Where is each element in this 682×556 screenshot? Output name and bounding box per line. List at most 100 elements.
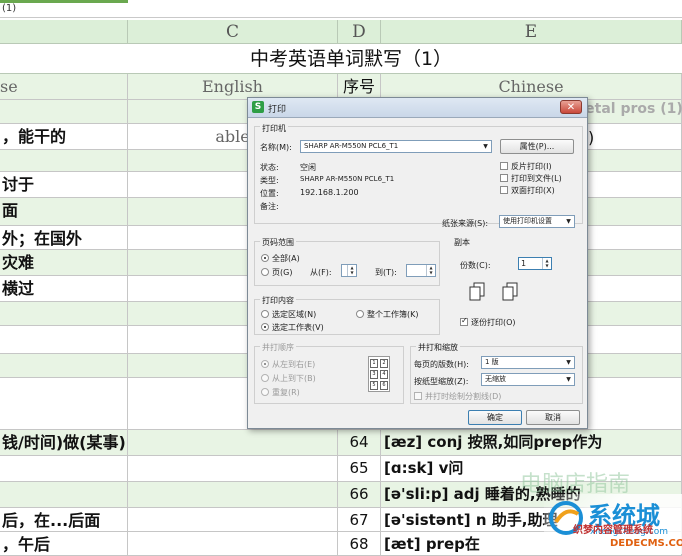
cell-num[interactable]: 68 <box>338 532 381 556</box>
formula-bar[interactable]: (1) <box>0 0 682 18</box>
cancel-button[interactable]: 取消 <box>526 410 580 425</box>
cell-chinese[interactable]: 灾难 <box>0 250 128 276</box>
order-cell: 6 <box>380 381 388 390</box>
duplex-label: 双面打印(X) <box>511 186 555 195</box>
cell-chinese[interactable]: 面 <box>0 198 128 226</box>
column-header-c[interactable]: C <box>128 20 338 44</box>
cell-entry[interactable]: [æz] conj 按照,如同prep作为 <box>381 430 682 456</box>
chevron-down-icon: ▼ <box>566 376 571 383</box>
print-order-section-label: 并打顺序 <box>260 342 296 353</box>
active-tab-indicator <box>0 0 128 3</box>
properties-button[interactable]: 属性(P)... <box>500 139 574 154</box>
print-to-file-checkbox[interactable] <box>500 174 508 182</box>
order-cell: 2 <box>380 359 388 368</box>
cell-chinese[interactable] <box>0 302 128 326</box>
copies-input[interactable]: 1 ▲ ▼ <box>518 257 552 270</box>
order-cell: 5 <box>370 381 378 390</box>
cell-english[interactable] <box>128 456 338 482</box>
dialog-titlebar[interactable]: S 打印 ✕ <box>248 98 587 118</box>
cell-chinese[interactable]: 钱/时间)做(某事) <box>0 430 128 456</box>
cell-chinese[interactable] <box>0 354 128 378</box>
collated-copies-icon <box>502 282 518 301</box>
printer-name-value: SHARP AR-M550N PCL6_T1 <box>304 142 399 150</box>
printer-name-label: 名称(M): <box>260 143 292 152</box>
cell-chinese[interactable]: 讨于 <box>0 172 128 198</box>
scale-to-paper-value: 无缩放 <box>485 375 506 383</box>
from-page-input[interactable]: ▲ ▼ <box>341 264 357 277</box>
close-button[interactable]: ✕ <box>560 100 582 114</box>
all-pages-radio[interactable] <box>261 254 269 262</box>
to-page-input[interactable]: ▲ ▼ <box>406 264 436 277</box>
pages-label: 页(G) <box>272 268 293 277</box>
to-label: 到(T): <box>375 268 397 277</box>
copies-value: 1 <box>521 259 527 268</box>
active-sheets-label: 选定工作表(V) <box>272 323 324 332</box>
checkmark-icon: ✓ <box>461 316 468 325</box>
ok-button[interactable]: 确定 <box>468 410 522 425</box>
entire-workbook-label: 整个工作簿(K) <box>367 310 419 319</box>
status-label: 状态: <box>260 163 279 172</box>
order-cell: 1 <box>370 359 378 368</box>
paper-source-value: 使用打印机设置 <box>503 217 552 225</box>
comment-label: 备注: <box>260 202 279 211</box>
cell-chinese[interactable] <box>0 378 128 430</box>
spinner-icon: ▲ ▼ <box>542 258 551 269</box>
printer-name-select[interactable]: SHARP AR-M550N PCL6_T1 ▼ <box>300 140 492 153</box>
pages-per-sheet-select[interactable]: 1 版 ▼ <box>481 356 575 369</box>
print-to-file-label: 打印到文件(L) <box>511 174 562 183</box>
active-sheets-radio[interactable] <box>261 323 269 331</box>
paper-source-select[interactable]: 使用打印机设置 ▼ <box>499 215 575 228</box>
cell-english[interactable] <box>128 508 338 532</box>
cell-chinese[interactable] <box>0 326 128 354</box>
left-to-right-radio[interactable] <box>261 360 269 368</box>
column-header-d[interactable]: D <box>338 20 381 44</box>
formula-bar-text: (1) <box>2 3 17 14</box>
location-label: 位置: <box>260 189 279 198</box>
selection-radio[interactable] <box>261 310 269 318</box>
print-order-preview: 123456 <box>368 356 390 392</box>
all-pages-label: 全部(A) <box>272 254 300 263</box>
type-value: SHARP AR-M550N PCL6_T1 <box>300 175 395 183</box>
collate-checkbox[interactable]: ✓ <box>460 316 468 326</box>
cell-english[interactable] <box>128 532 338 556</box>
cell-english[interactable] <box>128 482 338 508</box>
cell-chinese[interactable] <box>0 456 128 482</box>
entire-workbook-radio[interactable] <box>356 310 364 318</box>
cell-chinese[interactable]: 后，在...后面 <box>0 508 128 532</box>
pages-radio[interactable] <box>261 268 269 276</box>
reverse-print-label: 反片打印(I) <box>511 162 552 171</box>
dede-watermark-title: 织梦内容管理系统 <box>573 525 653 536</box>
cell-num[interactable]: 65 <box>338 456 381 482</box>
duplex-checkbox[interactable] <box>500 186 508 194</box>
cell-chinese[interactable]: ，能干的 <box>0 124 128 150</box>
column-header-e[interactable]: E <box>381 20 682 44</box>
repeat-radio[interactable] <box>261 388 269 396</box>
reverse-print-checkbox[interactable] <box>500 162 508 170</box>
header-cell-a[interactable]: se <box>0 74 128 100</box>
sheet-title[interactable]: 中考英语单词默写（1） <box>0 44 682 74</box>
collate-label: 逐份打印(O) <box>471 318 516 327</box>
top-to-bottom-radio[interactable] <box>261 374 269 382</box>
cell-chinese[interactable] <box>0 482 128 508</box>
scale-to-paper-select[interactable]: 无缩放 ▼ <box>481 373 575 386</box>
print-dialog: S 打印 ✕ 打印机 名称(M): SHARP AR-M550N PCL6_T1… <box>247 97 588 429</box>
cell-chinese[interactable]: ，午后 <box>0 532 128 556</box>
cell-num[interactable]: 66 <box>338 482 381 508</box>
cell-chinese[interactable]: 横过 <box>0 276 128 302</box>
draw-borders-checkbox[interactable] <box>414 392 422 400</box>
paper-source-label: 纸张来源(S): <box>442 219 489 228</box>
cell-chinese[interactable]: 外；在国外 <box>0 226 128 250</box>
dede-watermark-url: DEDECMS.COM <box>610 538 682 549</box>
spinner-icon: ▲ ▼ <box>426 265 435 276</box>
column-header-b[interactable] <box>0 20 128 44</box>
cell-chinese[interactable] <box>0 100 128 124</box>
draw-borders-label: 并打时绘制分割线(D) <box>425 392 502 401</box>
cell-chinese[interactable] <box>0 150 128 172</box>
close-icon: ✕ <box>566 102 576 113</box>
page-range-section-label: 页码范围 <box>260 237 296 248</box>
chevron-down-icon: ▼ <box>566 359 571 366</box>
cell-english[interactable] <box>128 430 338 456</box>
cell-num[interactable]: 64 <box>338 430 381 456</box>
cell-num[interactable]: 67 <box>338 508 381 532</box>
order-cell: 3 <box>370 370 378 379</box>
